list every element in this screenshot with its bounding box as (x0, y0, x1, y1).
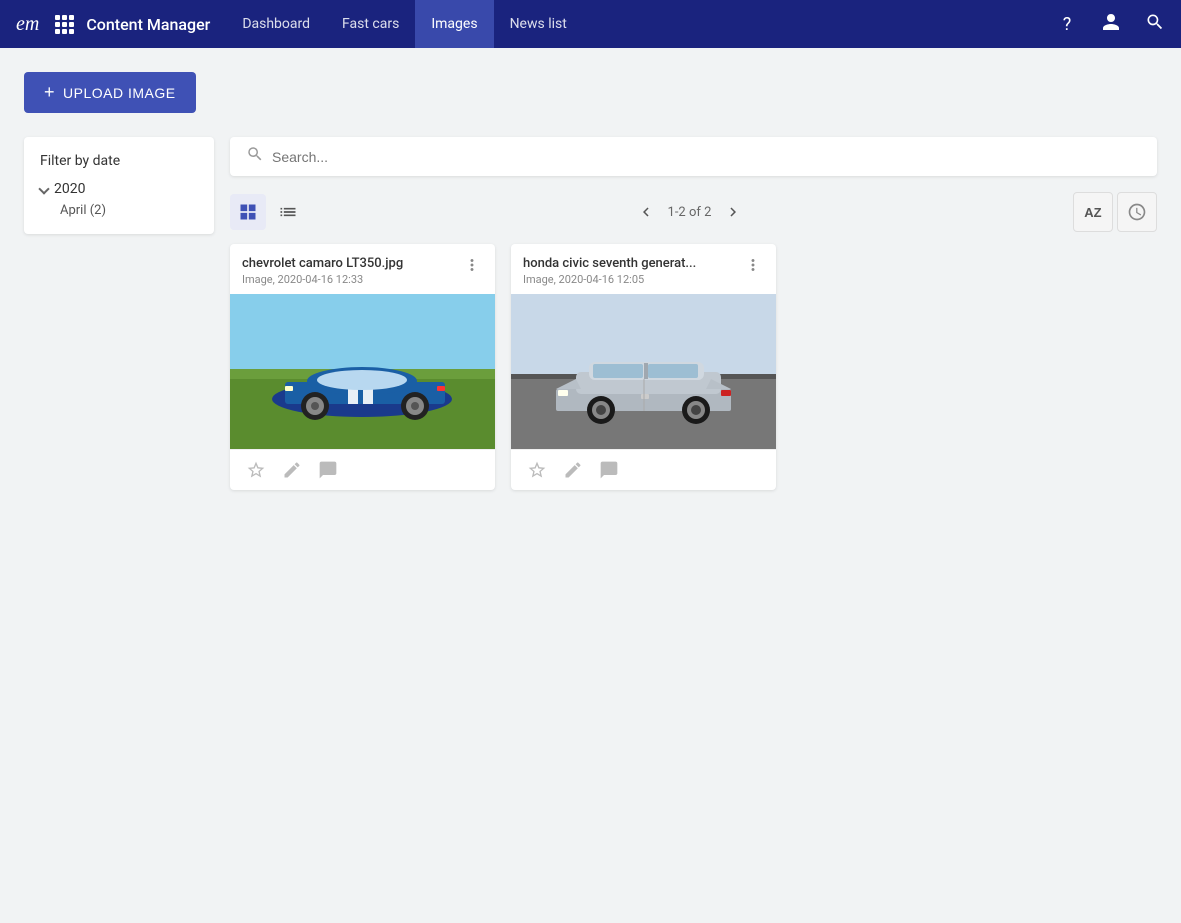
sort-buttons: AZ (1073, 192, 1157, 232)
app-logo: em (8, 13, 47, 36)
nav-dashboard[interactable]: Dashboard (226, 0, 326, 48)
app-brand: Content Manager (86, 15, 210, 34)
card-1-image (230, 294, 495, 449)
sidebar: Filter by date 2020 April (2) (24, 137, 214, 490)
navbar-actions: ? (1049, 6, 1173, 42)
content-area: Filter by date 2020 April (2) (24, 137, 1157, 490)
card-2-menu-button[interactable] (742, 256, 764, 278)
card-2-comment-button[interactable] (599, 460, 619, 480)
filter-title: Filter by date (40, 153, 198, 169)
card-1-actions (230, 449, 495, 490)
image-card-2: honda civic seventh generat... Image, 20… (511, 244, 776, 490)
grid-menu-icon[interactable] (55, 15, 74, 34)
card-2-meta: Image, 2020-04-16 12:05 (523, 273, 696, 286)
nav-images[interactable]: Images (415, 0, 493, 48)
search-input[interactable] (272, 149, 1141, 165)
search-icon (246, 145, 264, 168)
upload-label: UPLOAD IMAGE (63, 85, 176, 101)
main-nav: Dashboard Fast cars Images News list (226, 0, 1049, 48)
sort-az-label: AZ (1084, 205, 1101, 220)
filter-april[interactable]: April (2) (40, 203, 198, 218)
card-1-comment-button[interactable] (318, 460, 338, 480)
pagination: 1-2 of 2 (632, 198, 748, 226)
card-2-info: honda civic seventh generat... Image, 20… (523, 256, 696, 286)
nav-news-list[interactable]: News list (494, 0, 583, 48)
gallery-toolbar: 1-2 of 2 AZ (230, 192, 1157, 232)
filter-year-2020[interactable]: 2020 (40, 181, 198, 197)
pagination-info: 1-2 of 2 (668, 205, 712, 220)
card-2-image (511, 294, 776, 449)
card-1-info: chevrolet camaro LT350.jpg Image, 2020-0… (242, 256, 403, 286)
navbar: em Content Manager Dashboard Fast cars I… (0, 0, 1181, 48)
upload-image-button[interactable]: + UPLOAD IMAGE (24, 72, 196, 113)
main-content: + UPLOAD IMAGE Filter by date 2020 April… (0, 48, 1181, 514)
user-button[interactable] (1093, 6, 1129, 42)
year-label: 2020 (54, 181, 85, 197)
prev-page-button[interactable] (632, 198, 660, 226)
help-button[interactable]: ? (1049, 6, 1085, 42)
card-2-favorite-button[interactable] (527, 460, 547, 480)
cards-grid: chevrolet camaro LT350.jpg Image, 2020-0… (230, 244, 1157, 490)
search-bar (230, 137, 1157, 176)
card-1-favorite-button[interactable] (246, 460, 266, 480)
user-icon (1101, 12, 1121, 37)
nav-fast-cars[interactable]: Fast cars (326, 0, 415, 48)
plus-icon: + (44, 82, 55, 103)
filter-panel: Filter by date 2020 April (2) (24, 137, 214, 234)
card-2-edit-button[interactable] (563, 460, 583, 480)
view-toggle (230, 194, 306, 230)
arrow-icon (38, 183, 49, 194)
card-2-header: honda civic seventh generat... Image, 20… (511, 244, 776, 294)
image-card-1: chevrolet camaro LT350.jpg Image, 2020-0… (230, 244, 495, 490)
card-2-actions (511, 449, 776, 490)
card-2-title: honda civic seventh generat... (523, 256, 696, 271)
gallery-area: 1-2 of 2 AZ (230, 137, 1157, 490)
help-icon: ? (1063, 14, 1072, 35)
grid-view-button[interactable] (230, 194, 266, 230)
card-1-menu-button[interactable] (461, 256, 483, 278)
sort-time-button[interactable] (1117, 192, 1157, 232)
card-1-title: chevrolet camaro LT350.jpg (242, 256, 403, 271)
card-1-header: chevrolet camaro LT350.jpg Image, 2020-0… (230, 244, 495, 294)
list-view-button[interactable] (270, 194, 306, 230)
sort-az-button[interactable]: AZ (1073, 192, 1113, 232)
card-1-edit-button[interactable] (282, 460, 302, 480)
search-nav-button[interactable] (1137, 6, 1173, 42)
card-1-meta: Image, 2020-04-16 12:33 (242, 273, 403, 286)
search-nav-icon (1145, 12, 1165, 37)
next-page-button[interactable] (719, 198, 747, 226)
